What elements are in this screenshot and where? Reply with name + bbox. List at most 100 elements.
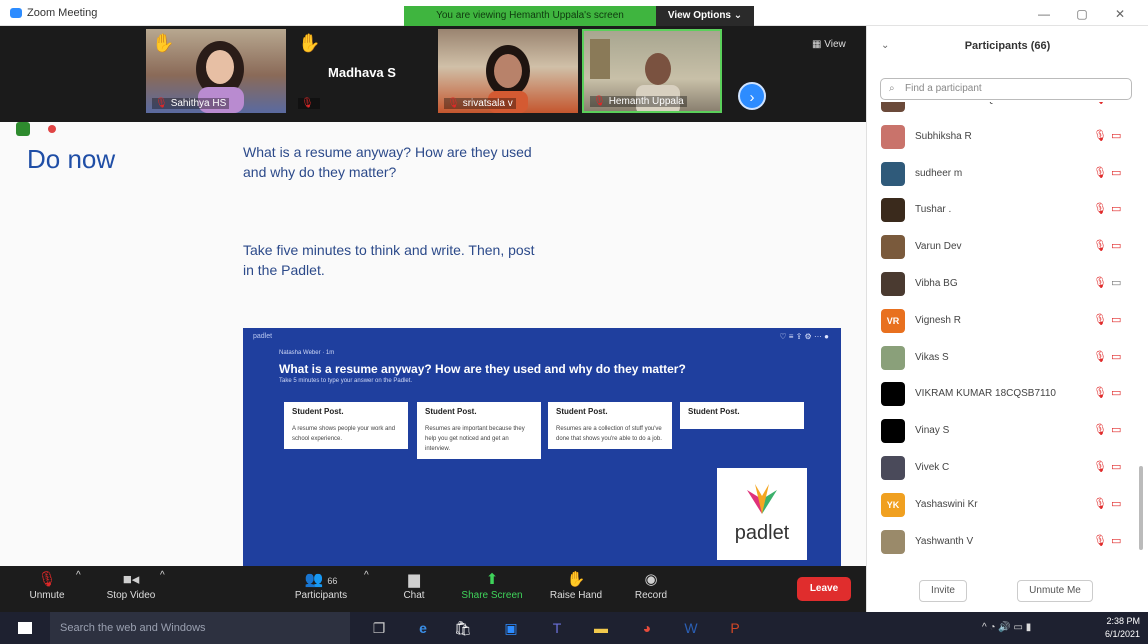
restore-button[interactable]: ▢ [1072,6,1092,22]
padlet-subtitle: Take 5 minutes to type your answer on th… [279,378,413,384]
mic-off-icon: 🎙 [298,98,320,109]
security-shield-icon[interactable] [16,122,30,136]
tile-name: 🎙 srivatsala v [444,98,516,109]
mic-off-icon: 🎙 [1093,240,1107,253]
mic-off-icon: 🎙 [1093,129,1107,142]
video-options-caret-icon[interactable]: ^ [160,570,165,581]
video-tile[interactable]: ✋ Madhava S 🎙 [292,29,432,113]
participants-panel: ⌄ Participants (66) ⌕ Find a participant… [866,26,1148,612]
record-button[interactable]: ◉ Record [630,570,672,601]
participant-row[interactable]: Vikas S 🎙 ▭ [867,340,1143,376]
participant-name: Subhash G 18CQSB7095 [915,102,1030,105]
mic-off-icon: 🎙 [447,98,460,109]
view-options-button[interactable]: View Options ⌄ [656,6,754,26]
title-bar: Zoom Meeting You are viewing Hemanth Upp… [0,0,1148,26]
tile-name: 🎙 Sahithya HS [152,98,230,109]
mic-off-icon: 🎙 [1093,387,1107,400]
participants-options-caret-icon[interactable]: ^ [364,570,369,581]
padlet-post: Student Post. A resume shows people your… [284,402,408,449]
padlet-title: What is a resume anyway? How are they us… [279,362,686,376]
raised-hand-icon: ✋ [566,571,586,588]
unmute-me-button[interactable]: Unmute Me [1017,580,1093,602]
video-tile[interactable]: 🎙 srivatsala v [438,29,578,113]
video-tile-active-speaker[interactable]: 🎙 Hemanth Uppala [582,29,722,113]
system-tray-icons[interactable]: ^ ◔ 🔊 ▭ ▮ [982,622,1031,633]
mic-off-icon: 🎙 [1093,424,1107,437]
participant-row[interactable]: Vivek C 🎙 ▭ [867,450,1143,486]
video-off-icon: ▭ [1111,461,1122,473]
participant-name: Varun Dev [915,241,962,253]
video-off-icon: ▭ [1111,534,1122,547]
participant-row[interactable]: Subhiksha R 🎙 ▭ [867,119,1143,155]
window-title: Zoom Meeting [27,7,98,19]
taskbar-clock[interactable]: 2:38 PM 6/1/2021 [1098,615,1140,641]
participant-row[interactable]: Vibha BG 🎙 ▭ [867,266,1143,302]
share-screen-icon: ⬆ [485,571,499,588]
mic-off-icon: 🎙 [1093,313,1107,326]
grid-icon: ▦ [812,39,822,50]
padlet-board: padlet ♡ ≡ ⇪ ⚙ ··· ● Natasha Weber · 1m … [243,328,841,566]
chat-button[interactable]: ▆ Chat [398,570,430,601]
avatar [881,102,905,112]
view-button[interactable]: ▦ View [812,39,846,50]
avatar [881,235,905,260]
raise-hand-button[interactable]: ✋ Raise Hand [546,570,606,601]
avatar [881,272,905,296]
minimize-button[interactable]: — [1034,6,1054,22]
windows-start-icon[interactable] [18,622,32,634]
chrome-icon[interactable]: ◕ [636,618,658,638]
word-icon[interactable]: W [680,618,702,638]
chevron-right-icon: › [749,89,755,106]
video-off-icon: ▭ [1111,203,1122,216]
participant-search-input[interactable]: ⌕ Find a participant [880,78,1132,100]
participant-name: VIKRAM KUMAR 18CQSB7110 [915,388,1056,400]
file-explorer-icon[interactable]: ▬ [590,618,612,638]
avatar [881,198,905,223]
mic-off-icon: 🎙 [593,96,606,107]
stop-video-button[interactable]: ■◂ Stop Video [100,570,162,601]
task-view-icon[interactable]: ❐ [368,618,390,638]
leave-meeting-button[interactable]: Leave [797,577,851,601]
participants-list: Subhash G 18CQSB7095🎙▭Subhiksha R🎙▭sudhe… [867,102,1143,566]
video-tile[interactable]: ✋ 🎙 Sahithya HS [146,29,286,113]
participants-scrollbar[interactable] [1139,466,1143,550]
slide-task: Take five minutes to think and write. Th… [243,242,535,278]
powerpoint-icon[interactable]: P [724,618,746,638]
participant-row[interactable]: Vinay S 🎙 ▭ [867,413,1143,449]
mic-off-icon: 🎙 [1093,350,1107,363]
shared-screen: Do now What is a resume anyway? How are … [0,122,866,566]
participant-row[interactable]: VIKRAM KUMAR 18CQSB7110 🎙 ▭ [867,376,1143,412]
participant-row[interactable]: Tushar . 🎙 ▭ [867,192,1143,228]
participant-row[interactable]: Subhash G 18CQSB7095 🎙 ▭ [867,102,1143,118]
participant-row[interactable]: sudheer m 🎙 ▭ [867,156,1143,192]
padlet-post: Student Post. Resumes are important beca… [417,402,541,459]
participant-row[interactable]: Yashwanth V 🎙 ▭ [867,524,1143,560]
video-strip: ✋ 🎙 Sahithya HS ✋ Madhava S 🎙 🎙 srivatsala… [0,26,866,122]
unmute-button[interactable]: 🎙 Unmute [24,570,70,601]
raised-hand-icon: ✋ [298,33,321,53]
taskbar-search-box[interactable]: Search the web and Windows [50,612,350,644]
participant-name: Yashaswini Kr [915,498,978,510]
participant-name: Vinay S [915,425,950,437]
edge-browser-icon[interactable]: e [412,618,434,638]
slide-question: What is a resume anyway? How are they us… [243,144,532,180]
padlet-author: Natasha Weber · 1m [279,350,335,356]
store-icon[interactable]: 🛍 [452,618,474,638]
mic-off-icon: 🎙 [1093,203,1107,216]
participant-row[interactable]: VR Vignesh R 🎙 ▭ [867,303,1143,339]
share-screen-button[interactable]: ⬆ Share Screen [458,570,526,601]
audio-options-caret-icon[interactable]: ^ [76,570,81,581]
teams-icon[interactable]: T [546,618,568,638]
padlet-toolbar-icons: ♡ ≡ ⇪ ⚙ ··· ● [779,332,829,341]
participant-row[interactable]: YK Yashaswini Kr 🎙 ▭ [867,487,1143,523]
close-button[interactable]: ✕ [1110,6,1130,22]
zoom-taskbar-icon[interactable]: ▣ [500,618,522,638]
next-page-button[interactable]: › [738,82,766,110]
participants-button[interactable]: 👥 66 Participants [288,570,354,601]
avatar: VR [881,308,905,333]
mic-off-icon: 🎙 [1093,166,1107,179]
record-icon: ◉ [644,571,658,588]
invite-button[interactable]: Invite [919,580,967,602]
padlet-logo-mark-icon [747,484,777,514]
participant-row[interactable]: Varun Dev 🎙 ▭ [867,229,1143,265]
